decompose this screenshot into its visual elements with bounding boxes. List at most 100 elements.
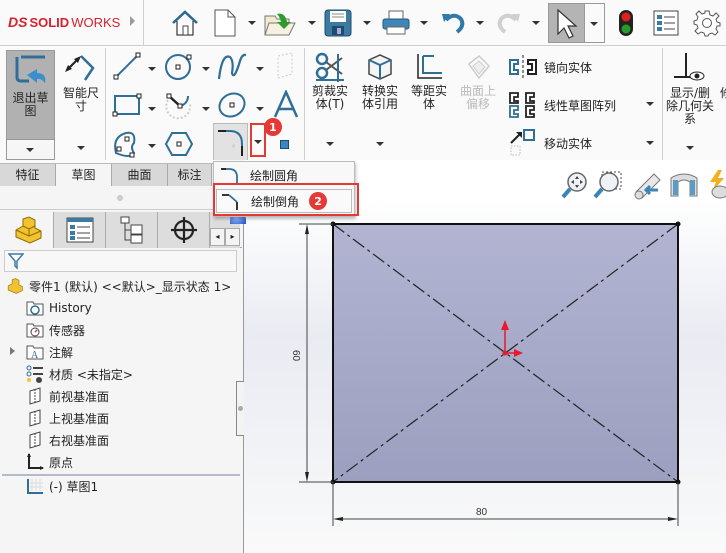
move-entities-button[interactable]: 移动实体 xyxy=(508,128,658,158)
linear-pattern-dropdown-icon[interactable] xyxy=(646,102,654,106)
tree-item-top-plane[interactable]: 上视基准面 xyxy=(26,408,109,428)
panel-splitter[interactable] xyxy=(0,186,244,210)
polygon-icon xyxy=(164,132,194,156)
spline-button[interactable] xyxy=(216,51,248,84)
property-manager-tab[interactable] xyxy=(54,212,106,248)
sketch-point[interactable] xyxy=(675,221,681,227)
spline-dropdown-icon[interactable] xyxy=(256,67,264,71)
tab-features[interactable]: 特征 xyxy=(0,164,56,186)
polygon-button[interactable] xyxy=(164,129,194,162)
undo-button[interactable] xyxy=(438,5,468,41)
print-button[interactable] xyxy=(380,5,412,41)
tab-scroll-right[interactable]: ▸ xyxy=(225,228,240,246)
offset-entities-button[interactable]: 等距实体 xyxy=(407,52,451,112)
conic-button[interactable] xyxy=(112,129,142,162)
ellipse-button[interactable] xyxy=(216,90,248,123)
dropdown-arrow-icon[interactable] xyxy=(686,146,694,150)
ds-logo-icon: DS xyxy=(8,14,28,30)
trim-entities-button[interactable]: 剪裁实体(T) xyxy=(308,52,352,160)
convert-entities-button[interactable]: 转换实体引用 xyxy=(357,52,403,160)
undo-dropdown-icon[interactable] xyxy=(476,21,484,25)
filter-bar[interactable] xyxy=(4,250,237,272)
plane-button-disabled[interactable] xyxy=(274,52,296,83)
dropdown-arrow-icon[interactable] xyxy=(376,142,384,146)
circle-dropdown-icon[interactable] xyxy=(202,67,210,71)
print-dropdown-icon[interactable] xyxy=(420,21,428,25)
tree-item-history[interactable]: History xyxy=(26,298,92,318)
arc-dropdown-icon[interactable] xyxy=(202,107,210,111)
new-dropdown-icon[interactable] xyxy=(248,21,256,25)
rectangle-button[interactable] xyxy=(112,90,142,123)
tree-item-material[interactable]: 材质 <未指定> xyxy=(26,364,133,384)
file-properties-button[interactable] xyxy=(650,5,682,41)
slot-arc-button[interactable] xyxy=(164,90,194,123)
expand-annotations-icon[interactable] xyxy=(10,347,15,355)
tree-item-origin[interactable]: 原点 xyxy=(26,452,73,472)
handle-dot-icon xyxy=(238,406,243,411)
ellipse-dropdown-icon[interactable] xyxy=(256,107,264,111)
solidworks-logo[interactable]: DS SOLID WORKS xyxy=(8,14,120,30)
configuration-manager-tab[interactable] xyxy=(106,212,158,248)
home-icon xyxy=(172,10,198,36)
sketch-fillet-button[interactable]: × xyxy=(213,123,248,160)
display-delete-relations-label: 显示/删除几何关系 xyxy=(666,86,715,126)
conic-dropdown-icon[interactable] xyxy=(148,144,156,148)
tab-scroll-left[interactable]: ◂ xyxy=(210,228,225,246)
open-dropdown-icon[interactable] xyxy=(308,21,316,25)
tree-item-right-plane[interactable]: 右视基准面 xyxy=(26,430,109,450)
save-dropdown-icon[interactable] xyxy=(363,21,371,25)
manager-tabs: ◂ ▸ xyxy=(2,212,246,248)
new-document-button[interactable] xyxy=(212,5,238,41)
linear-pattern-button[interactable]: 线性草图阵列 xyxy=(508,91,658,119)
dimxpert-crosshair-icon xyxy=(170,217,197,243)
dropdown-arrow-icon[interactable] xyxy=(77,146,85,150)
select-button[interactable] xyxy=(548,3,585,43)
line-button[interactable] xyxy=(112,51,142,84)
height-dimension-value[interactable]: 60 xyxy=(290,350,301,362)
redo-dropdown-icon[interactable] xyxy=(532,21,540,25)
display-manager-tab[interactable]: ◂ ▸ xyxy=(210,212,246,248)
tab-sketch[interactable]: 草图 xyxy=(56,164,112,186)
rebuild-button[interactable] xyxy=(612,5,640,41)
divider xyxy=(662,48,663,160)
surface-offset-button-disabled[interactable]: 曲面上偏移 xyxy=(456,52,500,112)
mirror-entities-button[interactable]: 镜向实体 xyxy=(508,54,658,80)
tab-surfaces[interactable]: 曲面 xyxy=(112,164,168,186)
circle-icon xyxy=(165,54,192,80)
dimxpert-manager-tab[interactable] xyxy=(158,212,210,248)
repair-sketch-partial-label[interactable]: 修 xyxy=(720,84,726,101)
open-button[interactable] xyxy=(262,5,298,41)
sensors-folder-icon xyxy=(26,321,44,339)
tree-item-front-plane[interactable]: 前视基准面 xyxy=(26,386,109,406)
save-button[interactable] xyxy=(322,5,354,41)
point-icon[interactable] xyxy=(280,140,289,149)
tab-markup[interactable]: 标注 xyxy=(168,164,212,186)
width-dimension-value[interactable]: 80 xyxy=(476,507,488,518)
tree-item-annotations[interactable]: A 注解 xyxy=(26,342,73,362)
exit-sketch-dropdown[interactable] xyxy=(7,139,54,159)
offset-entities-icon xyxy=(417,54,442,79)
select-dropdown[interactable] xyxy=(585,3,605,43)
linear-pattern-icon xyxy=(509,92,535,118)
linear-pattern-label: 线性草图阵列 xyxy=(544,98,617,113)
dropdown-arrow-icon[interactable] xyxy=(326,142,334,146)
exit-sketch-button[interactable]: 退出草图 xyxy=(6,50,55,160)
feature-manager-tab[interactable] xyxy=(2,212,54,248)
smart-dimension-button[interactable]: 智能尺寸 xyxy=(58,50,104,160)
conic-curve-icon xyxy=(114,131,136,158)
home-button[interactable] xyxy=(168,5,202,41)
options-button[interactable] xyxy=(690,5,724,41)
rectangle-dropdown-icon[interactable] xyxy=(148,107,156,111)
panel-collapse-handle[interactable] xyxy=(236,381,244,436)
tree-item-sketch1[interactable]: (-) 草图1 xyxy=(26,476,98,496)
line-dropdown-icon[interactable] xyxy=(148,67,156,71)
redo-button[interactable] xyxy=(494,5,524,41)
brand-light: WORKS xyxy=(71,14,121,30)
tree-item-sensors[interactable]: 传感器 xyxy=(26,320,85,340)
tree-root-part[interactable]: 零件1 (默认) <<默认>_显示状态 1> xyxy=(6,276,231,296)
surface-offset-label: 曲面上偏移 xyxy=(459,84,496,111)
menu-expand-arrow-icon[interactable] xyxy=(130,16,135,26)
circle-button[interactable] xyxy=(164,51,194,84)
display-delete-relations-button[interactable]: 显示/删除几何关系 xyxy=(666,50,714,160)
move-entities-dropdown-icon[interactable] xyxy=(646,141,654,145)
